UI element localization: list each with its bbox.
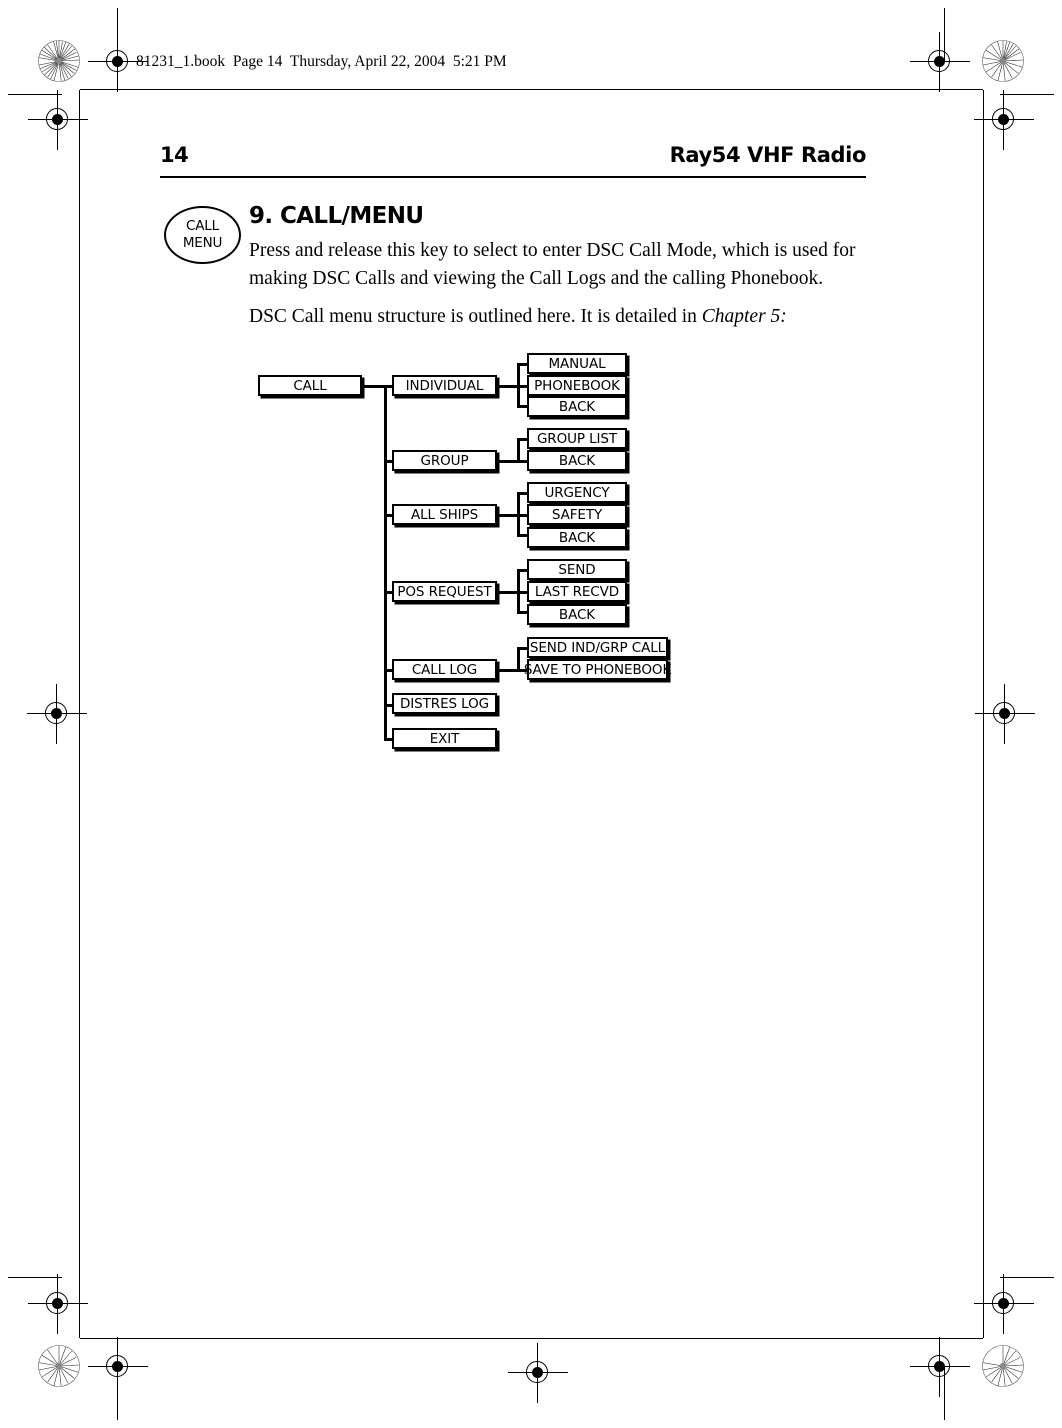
- tree-node-all-ships-safety[interactable]: SAFETY: [527, 504, 627, 525]
- tree-node-group-group-list[interactable]: GROUP LIST: [527, 428, 627, 449]
- trim-line-bottom-right-vertical: [944, 1366, 945, 1420]
- chapter-reference: Chapter 5:: [701, 306, 787, 327]
- registration-crosshair-right-middle: [975, 684, 1035, 744]
- tree-node-pos-request-back[interactable]: BACK: [527, 604, 627, 625]
- registration-crosshair-bottom-right-inner: [910, 1337, 970, 1397]
- registration-star-bottom-right: [982, 1345, 1024, 1387]
- trim-line-bottom-left-horizontal: [8, 1277, 62, 1278]
- book-info-line: 81231_1.book Page 14 Thursday, April 22,…: [136, 53, 507, 70]
- section-paragraph-1: Press and release this key to select to …: [249, 240, 856, 289]
- registration-crosshair-top-right-inner: [910, 32, 970, 92]
- tree-node-pos-request-last-recvd[interactable]: LAST RECVD: [527, 581, 627, 602]
- trim-line-top-right-vertical: [944, 8, 945, 62]
- tree-node-call-log-save-to-phonebook[interactable]: SAVE TO PHONEBOOK: [524, 659, 671, 680]
- connector-pos-request-to-bus: [497, 590, 519, 594]
- tree-node-individual-phonebook[interactable]: PHONEBOOK: [527, 375, 627, 396]
- trim-line-bottom-left-vertical: [117, 1366, 118, 1420]
- registration-star-top-left: [38, 40, 80, 82]
- tree-node-call-root[interactable]: CALL: [258, 375, 362, 396]
- registration-crosshair-bottom-left-inner: [88, 1337, 148, 1397]
- section-paragraph-2-text: DSC Call menu structure is outlined here…: [249, 306, 702, 327]
- header-rule: [160, 176, 866, 178]
- tree-node-call-log-send-ind-grp-call[interactable]: SEND IND/GRP CALL: [527, 637, 668, 658]
- tree-node-pos-request[interactable]: POS REQUEST: [392, 581, 497, 602]
- registration-crosshair-bottom-center: [508, 1343, 568, 1403]
- call-menu-key-label-line1: CALL: [186, 217, 219, 234]
- trim-line-left-edge: [79, 90, 80, 1338]
- tree-node-pos-request-send[interactable]: SEND: [527, 559, 627, 580]
- tree-node-exit[interactable]: EXIT: [392, 728, 497, 749]
- section-paragraph-2: DSC Call menu structure is outlined here…: [249, 303, 867, 331]
- tree-node-group[interactable]: GROUP: [392, 450, 497, 471]
- trim-line-top-right-horizontal: [1000, 94, 1054, 95]
- tree-node-all-ships-urgency[interactable]: URGENCY: [527, 482, 627, 503]
- connector-individual-to-bus: [497, 384, 519, 388]
- connector-root-to-spine: [362, 384, 386, 388]
- call-menu-key-icon: CALL MENU: [164, 206, 241, 264]
- trim-line-top-left-vertical: [117, 8, 118, 62]
- tree-node-group-back[interactable]: BACK: [527, 450, 627, 471]
- registration-crosshair-left-middle: [27, 684, 87, 744]
- connector-call-log-to-bus: [497, 668, 519, 672]
- trim-line-right-edge: [983, 90, 984, 1338]
- connector-group-to-bus: [497, 459, 519, 463]
- tree-node-all-ships-back[interactable]: BACK: [527, 527, 627, 548]
- page-number: 14: [160, 143, 189, 167]
- connector-all-ships-to-bus: [497, 513, 519, 517]
- call-menu-key-label-line2: MENU: [182, 235, 223, 251]
- tree-node-call-log[interactable]: CALL LOG: [392, 659, 497, 680]
- tree-node-distres-log[interactable]: DISTRES LOG: [392, 693, 497, 714]
- registration-star-bottom-left: [38, 1345, 80, 1387]
- trim-line-top-left-horizontal: [8, 94, 62, 95]
- trim-line-top-edge: [80, 89, 983, 90]
- tree-node-all-ships[interactable]: ALL SHIPS: [392, 504, 497, 525]
- tree-node-individual-manual[interactable]: MANUAL: [527, 353, 627, 374]
- connector-spine-vertical: [384, 384, 387, 739]
- running-head-title: Ray54 VHF Radio: [669, 143, 867, 167]
- registration-star-top-right: [982, 40, 1024, 82]
- page-header: 14 Ray54 VHF Radio: [160, 143, 866, 167]
- trim-line-bottom-edge: [80, 1338, 983, 1339]
- tree-node-individual-back[interactable]: BACK: [527, 396, 627, 417]
- tree-node-individual[interactable]: INDIVIDUAL: [392, 375, 497, 396]
- section-heading: 9. CALL/MENU: [249, 203, 424, 229]
- trim-line-bottom-right-horizontal: [1000, 1277, 1054, 1278]
